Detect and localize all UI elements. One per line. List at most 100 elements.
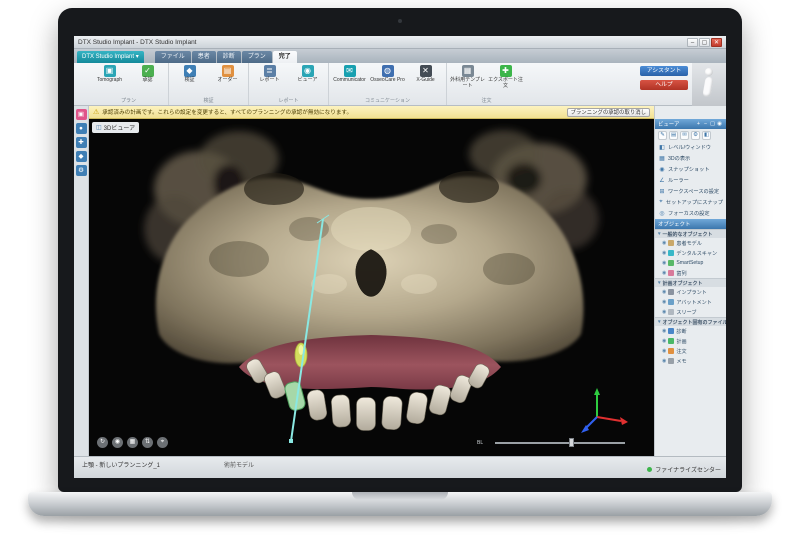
osseocare-button[interactable]: ◍ OsseoCare Pro xyxy=(370,65,405,84)
maximize-button[interactable]: ▢ xyxy=(699,38,710,47)
report-button[interactable]: ≣ レポート xyxy=(252,65,287,84)
section-plan-objects[interactable]: ▾ 計画オブジェクト xyxy=(655,278,726,287)
object-sleeve[interactable]: ◉ スリーブ xyxy=(655,307,726,317)
viewer-button[interactable]: ◉ ビューア xyxy=(290,65,325,84)
approve-button[interactable]: ✓ 承認 xyxy=(130,65,165,84)
close-button[interactable]: ✕ xyxy=(711,38,722,47)
object-smartsetup[interactable]: ◉ SmartSetup xyxy=(655,258,726,268)
ribbon-group-communicate: ✉ Communicator ◍ OsseoCare Pro ✕ X-Guide… xyxy=(329,63,447,105)
button-label: OsseoCare Pro xyxy=(370,78,404,84)
file-plan[interactable]: ◉ 計画 xyxy=(655,336,726,346)
window-titlebar[interactable]: DTX Studio Implant - DTX Studio Implant … xyxy=(74,36,726,49)
app-menu-button[interactable]: DTX Studio Implant ▾ xyxy=(77,51,144,63)
transparency-slider[interactable]: BL xyxy=(477,437,639,449)
gear-icon[interactable]: ⚙ xyxy=(691,131,700,140)
layout-icon[interactable]: ◧ xyxy=(702,131,711,140)
check-icon: ✓ xyxy=(142,65,154,77)
ribbon-group-label: プラン xyxy=(92,96,165,104)
fit-view-icon[interactable]: ▢ xyxy=(709,121,716,127)
eye-icon[interactable]: ◉ xyxy=(662,289,666,295)
edit-icon[interactable]: ✎ xyxy=(658,131,667,140)
object-implant[interactable]: ◉ インプラント xyxy=(655,287,726,297)
eye-icon[interactable]: ◉ xyxy=(662,240,666,246)
export-order-button[interactable]: ✚ エクスポート注文 xyxy=(488,65,523,89)
tab-finalize[interactable]: 完了 xyxy=(273,51,297,63)
viewer-title: 3Dビューア xyxy=(104,123,135,132)
add-implant-icon[interactable]: ✚ xyxy=(76,137,87,148)
object-glyph xyxy=(668,299,674,305)
level-window-icon: ◧ xyxy=(658,144,666,151)
rotate-view-icon[interactable]: ↻ xyxy=(97,437,108,448)
pan-view-icon[interactable]: ⇅ xyxy=(142,437,153,448)
eye-icon[interactable]: ◉ xyxy=(662,250,666,256)
mail-icon[interactable]: ✉ xyxy=(680,131,689,140)
tool-snap-setup[interactable]: ⌖ セットアップにスナップ xyxy=(655,197,726,208)
snapshot-icon[interactable]: ◉ xyxy=(716,121,723,127)
section-object-files[interactable]: ▾ オブジェクト固有のファイル xyxy=(655,317,726,326)
eye-icon[interactable]: ◉ xyxy=(662,270,666,276)
object-abutment[interactable]: ◉ アバットメント xyxy=(655,297,726,307)
patient-icon[interactable]: ▣ xyxy=(76,109,87,120)
tool-focus-settings[interactable]: ◎ フォーカスの設定 xyxy=(655,208,726,219)
object-patient-model[interactable]: ◉ 患者モデル xyxy=(655,238,726,248)
ribbon-group-label: 検証 xyxy=(172,96,245,104)
eye-icon[interactable]: ◉ xyxy=(662,338,666,344)
scan-icon[interactable]: ● xyxy=(76,123,87,134)
tool-label: ワークスペースの設定 xyxy=(668,188,719,195)
tool-ruler[interactable]: ∠ ルーラー xyxy=(655,175,726,186)
axis-gizmo xyxy=(581,388,628,433)
tool-snapshot[interactable]: ◉ スナップショット xyxy=(655,164,726,175)
xguide-icon: ✕ xyxy=(420,65,432,77)
tool-3d-display[interactable]: ▦ 3Dの表示 xyxy=(655,153,726,164)
finalize-center-status[interactable]: ファイナライズセンター xyxy=(647,465,721,474)
report-icon[interactable]: ▤ xyxy=(669,131,678,140)
eye-icon[interactable]: ◉ xyxy=(662,260,666,266)
tab-file[interactable]: ファイル xyxy=(155,51,191,63)
tab-diagnose[interactable]: 診断 xyxy=(217,51,241,63)
slider-track[interactable] xyxy=(495,442,625,444)
model-icon[interactable]: ◆ xyxy=(76,151,87,162)
viewer-3d[interactable]: ◫ 3Dビューア ↻ ◉ ▦ ⇅ ⌖ BL xyxy=(89,119,654,456)
minimize-button[interactable]: – xyxy=(687,38,698,47)
section-general-objects[interactable]: ▾ 一般的なオブジェクト xyxy=(655,229,726,238)
viewer-tab[interactable]: ◫ 3Dビューア xyxy=(92,122,139,133)
slider-thumb[interactable] xyxy=(569,438,574,447)
focus-view-icon[interactable]: ⌖ xyxy=(157,437,168,448)
eye-icon[interactable]: ◉ xyxy=(662,358,666,364)
eye-icon[interactable]: ◉ xyxy=(662,299,666,305)
xguide-button[interactable]: ✕ X-Guide xyxy=(408,65,443,84)
template-icon: ▦ xyxy=(462,65,474,77)
file-order[interactable]: ◉ 注文 xyxy=(655,346,726,356)
workspace-icon: ⊞ xyxy=(658,188,666,195)
object-label: SmartSetup xyxy=(676,260,703,266)
settings-icon[interactable]: ⚙ xyxy=(76,165,87,176)
skull-3d-render[interactable] xyxy=(89,119,654,456)
verify-button[interactable]: ◆ 検証 xyxy=(172,65,207,84)
cart-icon: ✚ xyxy=(500,65,512,77)
order-button[interactable]: ▤ オーダー xyxy=(210,65,245,84)
assistant-button[interactable]: アシスタント xyxy=(640,66,688,76)
file-notes[interactable]: ◉ メモ xyxy=(655,356,726,366)
eye-icon[interactable]: ◉ xyxy=(662,348,666,354)
tool-level-window[interactable]: ◧ レベル/ウィンドウ xyxy=(655,142,726,153)
eye-icon[interactable]: ◉ xyxy=(662,309,666,315)
snapshot-view-icon[interactable]: ◉ xyxy=(112,437,123,448)
revoke-approval-button[interactable]: プランニングの承認の取り消し xyxy=(567,108,650,117)
surgical-template-button[interactable]: ▦ 外科用テンプレート xyxy=(450,65,485,89)
layout-view-icon[interactable]: ▦ xyxy=(127,437,138,448)
tool-workspace-settings[interactable]: ⊞ ワークスペースの設定 xyxy=(655,186,726,197)
communicator-button[interactable]: ✉ Communicator xyxy=(332,65,367,84)
help-button[interactable]: ヘルプ xyxy=(640,80,688,90)
eye-icon[interactable]: ◉ xyxy=(662,328,666,334)
file-diagnosis[interactable]: ◉ 診断 xyxy=(655,326,726,336)
ribbon-tabbar: DTX Studio Implant ▾ ファイル 患者 診断 プラン 完了 xyxy=(74,49,726,63)
object-dentition[interactable]: ◉ 歯列 xyxy=(655,268,726,278)
tab-patient[interactable]: 患者 xyxy=(192,51,216,63)
zoom-out-icon[interactable]: − xyxy=(702,121,709,127)
tomograph-button[interactable]: ▣ Tomograph xyxy=(92,65,127,84)
button-label: 外科用テンプレート xyxy=(450,78,485,89)
tool-label: レベル/ウィンドウ xyxy=(668,144,711,151)
zoom-in-icon[interactable]: + xyxy=(695,121,702,127)
tab-plan[interactable]: プラン xyxy=(242,51,272,63)
object-dental-scan[interactable]: ◉ デンタルスキャン xyxy=(655,248,726,258)
